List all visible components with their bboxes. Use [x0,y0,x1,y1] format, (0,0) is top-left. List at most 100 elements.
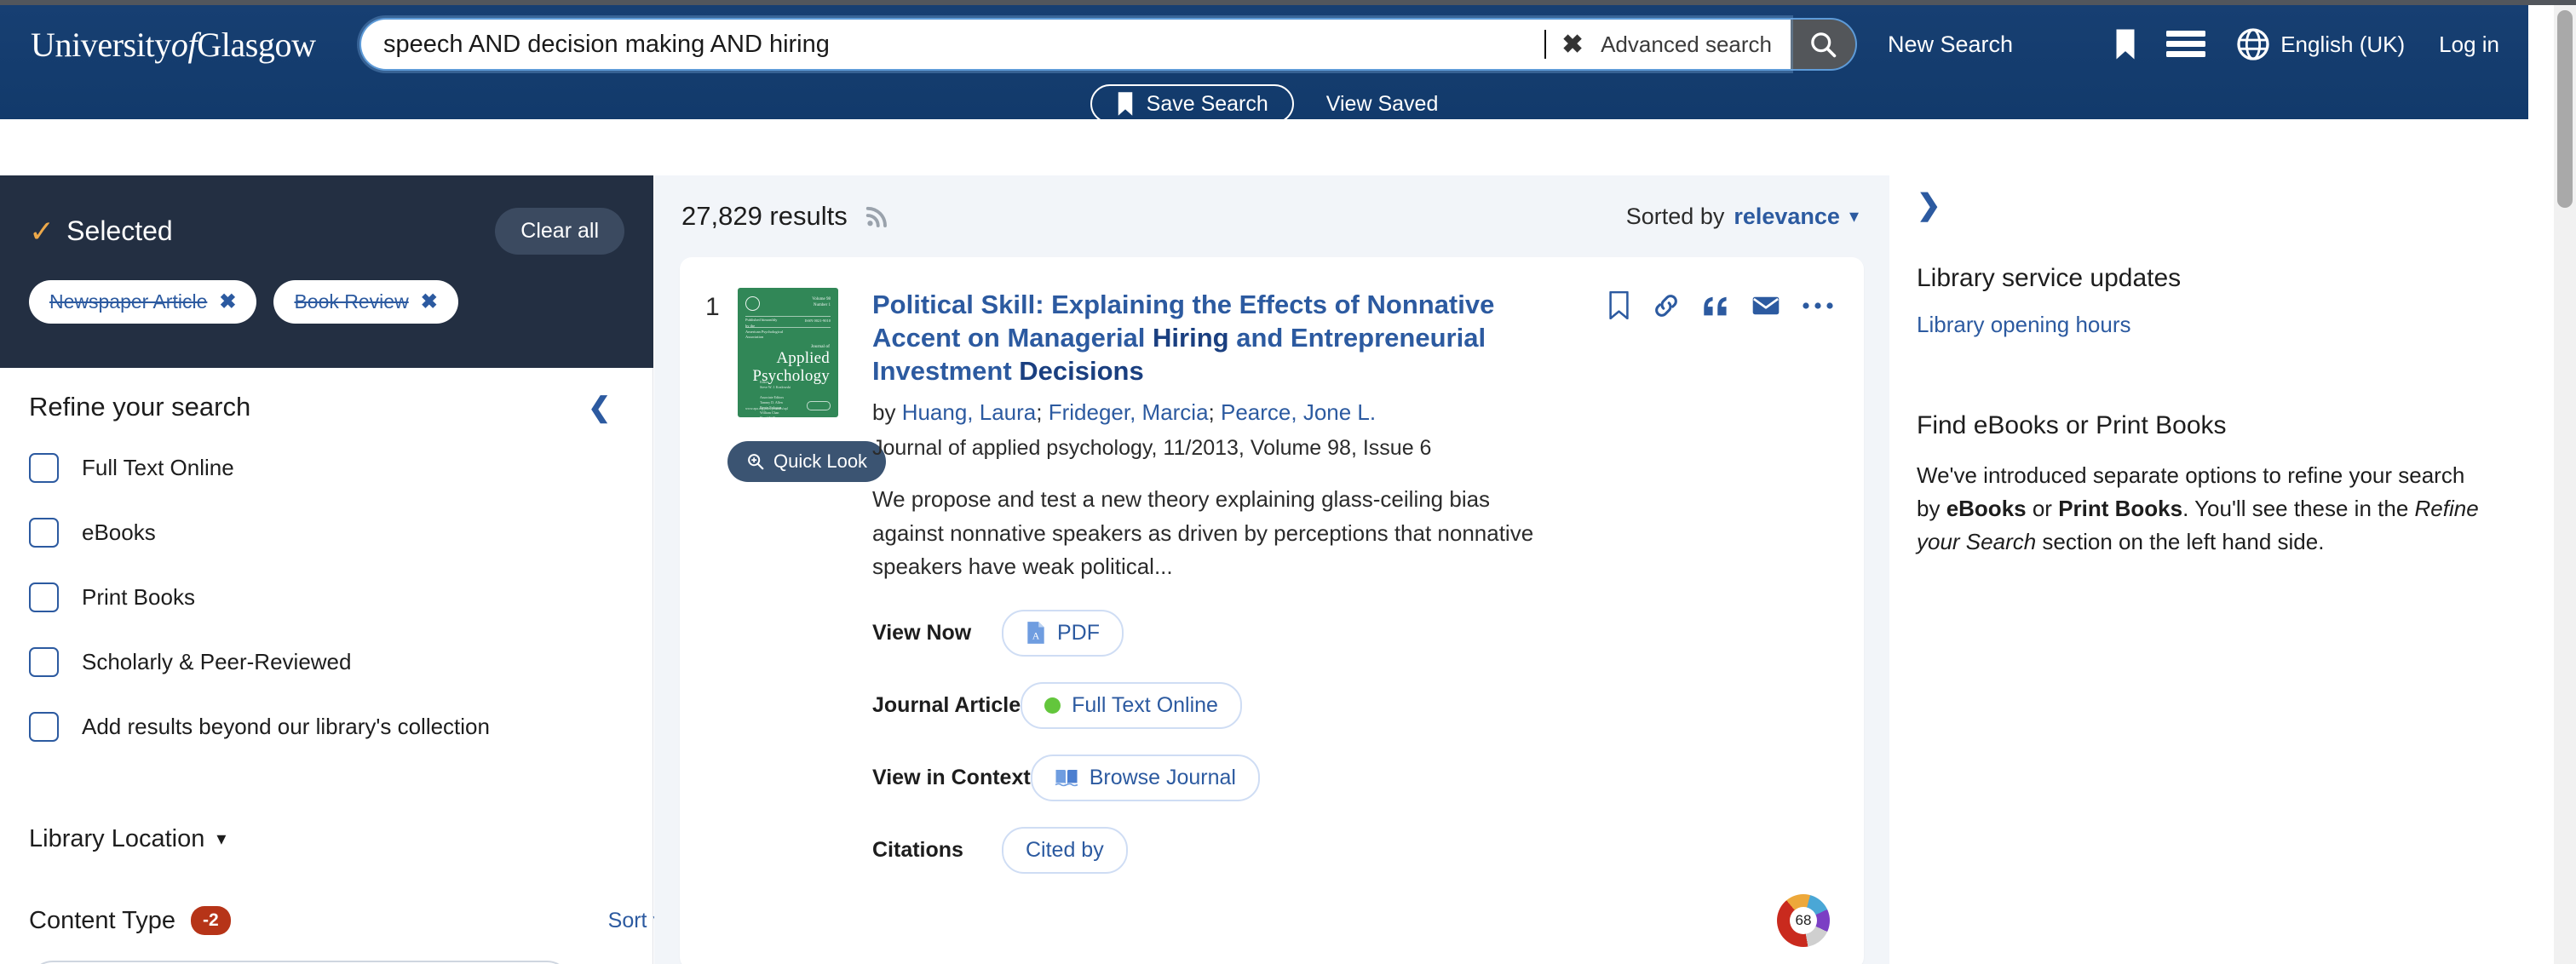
refine-title: Refine your search [29,392,251,422]
permalink-button[interactable] [1653,292,1680,319]
email-button[interactable] [1751,294,1780,318]
cover-badge-mark [807,401,831,410]
body-part: section on the left hand side. [2036,529,2325,554]
language-button[interactable] [2229,20,2277,68]
checkbox-scholarly-peer-reviewed[interactable] [29,646,59,677]
university-logo[interactable]: UniversityofGlasgow [31,25,344,65]
search-results-page: UniversityofGlasgow ✖ Advanced search Ne… [0,0,2576,964]
search-submit-button[interactable] [1791,18,1857,71]
close-x-icon[interactable]: ✖ [219,290,236,314]
bookmark-icon [1609,291,1629,319]
svg-text:A: A [1032,630,1040,642]
logo-text-of: of [170,25,198,64]
cited-by-label: Cited by [1026,837,1104,862]
sort-control[interactable]: Sorted by relevance ▾ [1626,204,1859,230]
selected-title: Selected [66,215,173,246]
sort-label: Sorted by [1625,203,1725,229]
view-saved-link[interactable]: View Saved [1326,92,1439,117]
save-to-favorites-button[interactable] [1607,291,1630,319]
cited-by-button[interactable]: Cited by [1002,826,1128,874]
result-title-link[interactable]: Political Skill: Explaining the Effects … [872,288,1545,387]
search-area: ✖ Advanced search New Search [359,18,2013,71]
clear-search-icon[interactable]: ✖ [1550,20,1596,68]
new-search-link[interactable]: New Search [1888,32,2013,58]
quick-look-button[interactable]: Quick Look [727,441,887,482]
clear-all-button[interactable]: Clear all [495,208,624,255]
results-toolbar: 27,829 results Sorted by relevance ▾ [654,175,1889,257]
cite-button[interactable] [1702,293,1729,318]
bookmark-icon [1118,92,1132,116]
facet-library-location: Library Location ▾ [0,812,711,865]
library-opening-hours-link[interactable]: Library opening hours [1917,312,2489,338]
facet-content-type-header[interactable]: Content Type -2 Sort ▾ [29,894,682,947]
checkbox-print-books[interactable] [29,582,59,612]
language-label[interactable]: English (UK) [2280,32,2405,58]
more-options-icon [1803,301,1833,309]
full-text-online-label: Full Text Online [1072,692,1218,717]
magnifier-icon [1811,32,1837,58]
browse-journal-button[interactable]: Browse Journal [1030,754,1260,801]
chevron-left-icon[interactable]: ❮ [588,393,611,421]
checkbox-beyond-library[interactable] [29,711,59,742]
journal-cover-image[interactable]: Volume 98 Number 1 Published bimonthly by … [738,288,838,417]
checkbox-row-scholarly-peer-reviewed[interactable]: Scholarly & Peer-Reviewed [29,639,624,685]
facet-filter-input[interactable] [29,961,571,964]
close-x-icon[interactable]: ✖ [421,290,438,314]
login-link[interactable]: Log in [2439,32,2499,58]
author-link[interactable]: Pearce, Jone L. [1221,399,1376,425]
body-part: or [2026,496,2059,521]
facet-name: Content Type [29,906,175,934]
save-search-button[interactable]: Save Search [1090,84,1294,123]
checkbox-row-full-text-online[interactable]: Full Text Online [29,445,624,491]
body-part-bold: Print Books [2058,496,2183,521]
action-row-view-in-context: View in Context Browse Journal [872,754,1837,801]
pdf-file-icon: A [1027,622,1044,645]
email-icon [1752,296,1780,314]
results-column: 27,829 results Sorted by relevance ▾ 1 V… [654,175,1889,964]
link-icon [1655,294,1677,317]
selected-chips-list: Newspaper Article ✖ Book Review ✖ [29,280,624,324]
save-search-label: Save Search [1146,91,1268,116]
chevron-right-icon[interactable]: ❯ [1917,191,1941,220]
saved-items-button[interactable] [2102,20,2149,68]
full-text-online-button[interactable]: Full Text Online [1021,681,1242,729]
body-part: . You'll see these in the [2182,496,2415,521]
page-scrollbar-thumb[interactable] [2557,10,2573,208]
body-part-bold: eBooks [1946,496,2027,521]
more-options-button[interactable] [1803,301,1833,311]
quick-look-label: Quick Look [773,450,868,472]
checkbox-row-ebooks[interactable]: eBooks [29,509,624,555]
checkbox-row-print-books[interactable]: Print Books [29,574,624,620]
text-cursor [1544,30,1547,59]
page-scrollbar-track[interactable] [2554,5,2576,964]
chip-label: Newspaper Article [49,290,208,313]
main-menu-button[interactable] [2158,20,2214,68]
result-abstract-snippet: We propose and test a new theory explain… [872,486,1534,580]
quote-icon [1704,296,1727,315]
checkbox-row-beyond-library[interactable]: Add results beyond our library's collect… [29,703,624,749]
browse-journal-label: Browse Journal [1089,765,1236,789]
result-authors: by Huang, Laura; Frideger, Marcia; Pearc… [872,399,1377,426]
author-link[interactable]: Frideger, Marcia [1049,399,1209,425]
title-part-highlight: Decisions [1019,356,1144,387]
pdf-button[interactable]: A PDF [1002,609,1124,657]
result-action-icons [1607,291,1833,319]
filter-chip-newspaper-article[interactable]: Newspaper Article ✖ [29,280,257,324]
rss-feed-icon[interactable] [865,204,890,229]
filter-chip-book-review[interactable]: Book Review ✖ [273,280,458,324]
checkbox-ebooks[interactable] [29,517,59,548]
checkbox-label: Full Text Online [82,454,234,480]
altmetric-score-badge[interactable]: 68 [1777,894,1830,947]
checkbox-label: eBooks [82,519,156,545]
advanced-search-link[interactable]: Advanced search [1596,32,1791,58]
search-input[interactable] [361,22,1550,66]
chevron-down-icon: ▾ [1849,205,1859,227]
checkbox-full-text-online[interactable] [29,452,59,483]
cover-issn-text: ISSN 0021-9010 [804,318,831,323]
author-link[interactable]: Huang, Laura [902,399,1037,425]
site-header: UniversityofGlasgow ✖ Advanced search Ne… [0,5,2528,123]
bookmark-icon [2116,29,2135,60]
action-row-journal-article: Journal Article Full Text Online [872,681,1837,729]
search-box: ✖ Advanced search [359,18,1791,71]
facet-library-location-header[interactable]: Library Location ▾ [29,812,682,865]
